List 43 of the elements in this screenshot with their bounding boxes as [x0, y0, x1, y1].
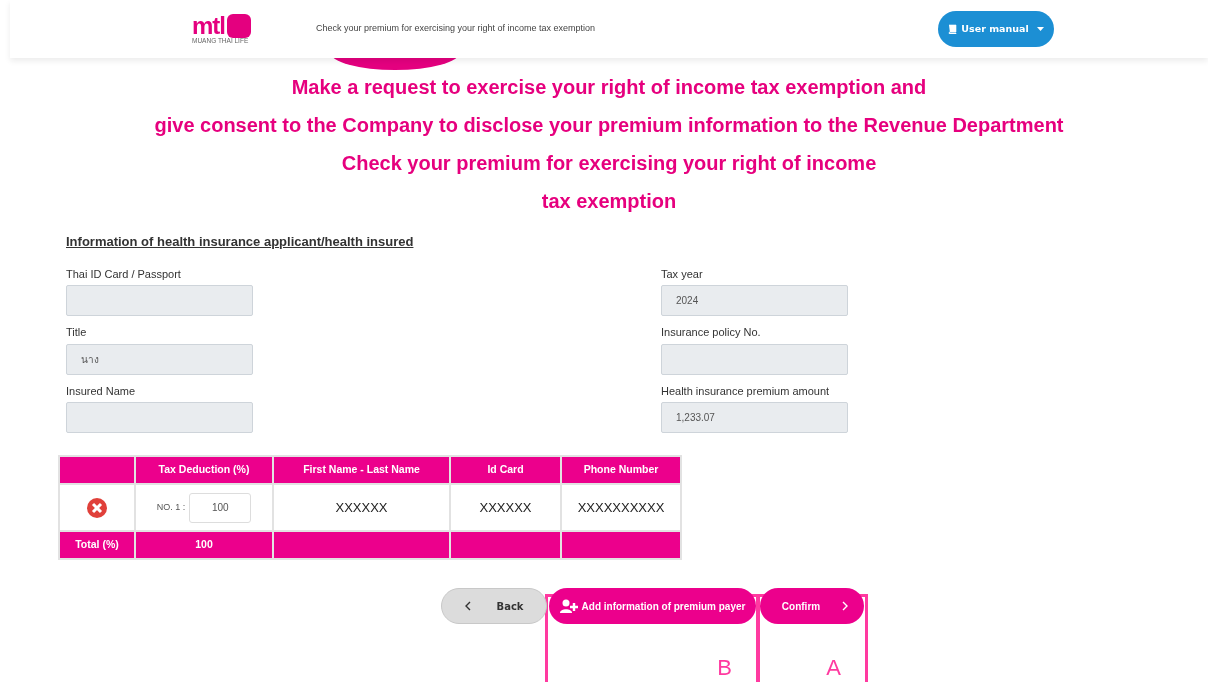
input-field[interactable]: นาง	[66, 343, 253, 375]
row-number-label: NO. 1 :	[156, 500, 186, 514]
add-user-icon	[559, 599, 578, 613]
logo-badge-icon	[227, 13, 251, 38]
field-label: Insurance policy No.	[661, 325, 762, 340]
annotation-label: A	[826, 657, 841, 679]
input-field[interactable]: 2024	[661, 285, 848, 316]
column-header: Id Card	[450, 456, 561, 484]
table-cell-text: XXXXXXXXXX	[577, 499, 665, 515]
field-label: Health insurance premium amount	[661, 383, 831, 399]
logo-text: mtl	[192, 13, 225, 38]
input-field[interactable]	[661, 343, 848, 375]
section-heading: Information of health insurance applicant/health insured	[66, 233, 415, 251]
input-field[interactable]	[66, 285, 253, 316]
total-label: Total (%)	[75, 538, 119, 551]
column-header: First Name - Last Name	[273, 456, 450, 484]
page-title: Check your premium for exercising your right of income tax exemption	[316, 22, 596, 36]
chevron-left-icon	[464, 601, 471, 611]
back-button[interactable]: Back	[441, 588, 547, 624]
confirm-button[interactable]: Confirm	[760, 588, 864, 624]
total-value: 100	[195, 538, 213, 551]
column-header: Phone Number	[561, 456, 681, 484]
page-heading: give consent to the Company to disclose your premium information to the Revenue Department	[153, 113, 1065, 138]
field-label: Insured Name	[66, 383, 137, 399]
book-icon	[948, 24, 958, 34]
remove-icon[interactable]	[87, 497, 107, 518]
annotation-label: B	[717, 657, 732, 679]
user-manual-button[interactable]: User manual	[938, 11, 1054, 47]
page-heading: tax exemption	[540, 189, 678, 214]
field-label: Title	[66, 325, 88, 340]
field-label: Thai ID Card / Passport	[66, 266, 182, 282]
input-field[interactable]: 1,233.07	[661, 402, 848, 433]
page-heading: Make a request to exercise your right of income tax exemption and	[290, 75, 928, 100]
field-label: Tax year	[661, 266, 704, 282]
table-cell-text: XXXXXX	[479, 499, 532, 515]
column-header: Tax Deduction (%)	[135, 456, 273, 484]
add-payer-button[interactable]: Add information of premium payer	[549, 588, 756, 624]
caret-icon	[1036, 27, 1044, 31]
table-cell-text: XXXXXX	[335, 499, 388, 515]
chevron-right-icon	[842, 601, 849, 611]
page-heading: Check your premium for exercising your right of income	[340, 151, 878, 176]
input-field[interactable]	[66, 402, 253, 433]
deduction-input[interactable]: 100	[189, 492, 252, 523]
